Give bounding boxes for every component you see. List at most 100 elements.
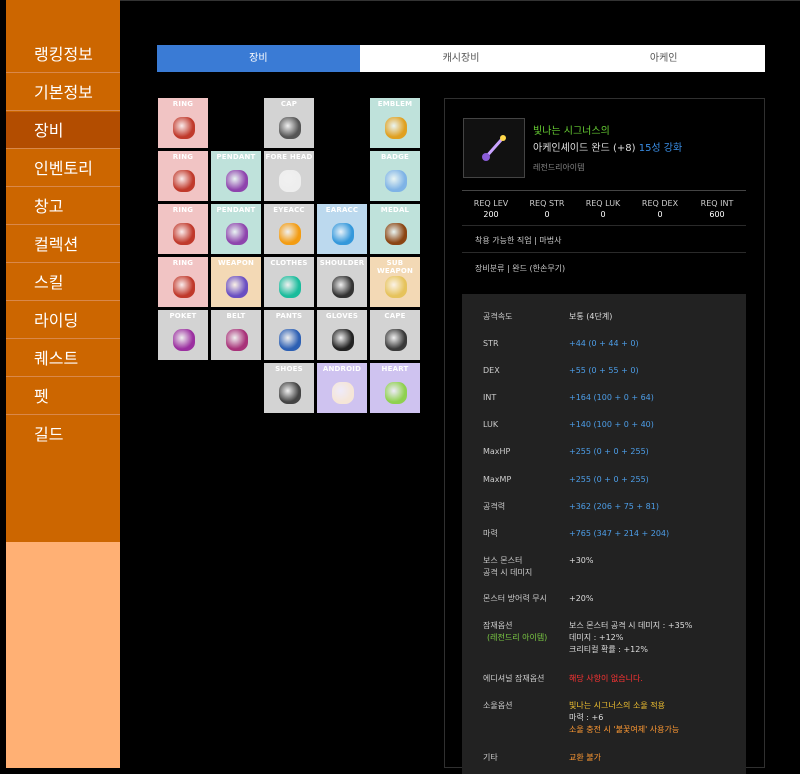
equip-slot-sub-weapon[interactable]: SUB WEAPON [369, 256, 421, 308]
gloves-icon [332, 329, 354, 351]
tab-equipment[interactable]: 장비 [157, 45, 360, 72]
pendant-icon [226, 170, 248, 192]
equip-slot-emblem[interactable]: EMBLEM [369, 97, 421, 149]
nav-skill[interactable]: 스킬 [6, 264, 120, 301]
slot-label: SUB WEAPON [376, 259, 414, 275]
slot-label: WEAPON [217, 259, 255, 267]
equip-slot-cap[interactable]: CAP [263, 97, 315, 149]
item-icon-box [463, 118, 525, 178]
stat-value: +255 (0 + 0 + 255) [569, 475, 649, 484]
nav-equipment[interactable]: 장비 [6, 112, 120, 149]
slot-label: ANDROID [322, 365, 362, 373]
emblem-icon [385, 117, 407, 139]
item-base-name: 아케인셰이드 완드 (+8) [533, 143, 636, 154]
shoes-icon [279, 382, 301, 404]
req-level: REQ LEV 200 [473, 199, 509, 219]
equip-slot-earacc[interactable]: EARACC [316, 203, 368, 255]
slot-label: PENDANT [216, 153, 256, 161]
equip-slot-belt[interactable]: BELT [210, 309, 262, 361]
slot-label: RING [172, 259, 194, 267]
slot-label: EARACC [325, 206, 359, 214]
equip-slot-medal[interactable]: MEDAL [369, 203, 421, 255]
nav-guild[interactable]: 길드 [6, 416, 120, 453]
equip-slot-ring[interactable]: RING [157, 256, 209, 308]
ring-icon [173, 170, 195, 192]
equip-slot-badge[interactable]: BADGE [369, 150, 421, 202]
nav-riding[interactable]: 라이딩 [6, 302, 120, 339]
divider [462, 190, 746, 191]
equip-slot-pendant[interactable]: PENDANT [210, 203, 262, 255]
req-luk: REQ LUK 0 [585, 199, 621, 219]
forehead-icon [279, 170, 301, 192]
slot-label: CAP [280, 100, 298, 108]
stat-value: +55 (0 + 55 + 0) [569, 366, 639, 375]
equip-slot-fore-head[interactable]: FORE HEAD [263, 150, 315, 202]
medal-icon [385, 223, 407, 245]
slot-label: RING [172, 206, 194, 214]
equip-slot-eyeacc[interactable]: EYEACC [263, 203, 315, 255]
equip-slot-pants[interactable]: PANTS [263, 309, 315, 361]
equip-slot-cape[interactable]: CAPE [369, 309, 421, 361]
nav-collection[interactable]: 컬렉션 [6, 226, 120, 263]
nav-inventory[interactable]: 인벤토리 [6, 150, 120, 187]
nav-quest[interactable]: 퀘스트 [6, 340, 120, 377]
nav-pet[interactable]: 펫 [6, 378, 120, 415]
slot-label: RING [172, 153, 194, 161]
stat-value: +140 (100 + 0 + 40) [569, 420, 654, 429]
equip-slot-heart[interactable]: HEART [369, 362, 421, 414]
stat-label: MaxHP [483, 447, 511, 456]
slot-label: SHOULDER [319, 259, 365, 267]
stat-label: MaxMP [483, 475, 512, 484]
tab-arcane[interactable]: 아케인 [562, 45, 766, 72]
sidebar: 랭킹정보 기본정보 장비 인벤토리 창고 컬렉션 스킬 라이딩 퀘스트 펫 길드 [0, 0, 120, 768]
badge-icon [385, 170, 407, 192]
equip-slot-android[interactable]: ANDROID [316, 362, 368, 414]
nav-storage[interactable]: 창고 [6, 188, 120, 225]
req-int: REQ INT 600 [700, 199, 734, 219]
item-grade: 레전드리아이템 [533, 163, 585, 172]
cape-icon [385, 329, 407, 351]
nav-ranking[interactable]: 랭킹정보 [6, 36, 120, 73]
potential-values: 보스 몬스터 공격 시 데미지 : +35% 데미지 : +12% 크리티컬 확률 … [569, 621, 693, 654]
equip-slot-clothes[interactable]: CLOTHES [263, 256, 315, 308]
top-divider [120, 0, 800, 1]
ring-icon [173, 223, 195, 245]
divider [462, 252, 746, 253]
equip-slot-shoes[interactable]: SHOES [263, 362, 315, 414]
stat-value: +164 (100 + 0 + 64) [569, 393, 654, 402]
stat-label: DEX [483, 366, 500, 375]
slot-label: CAPE [384, 312, 406, 320]
weapon-icon [226, 276, 248, 298]
equip-slot-weapon[interactable]: WEAPON [210, 256, 262, 308]
item-subname: 아케인셰이드 완드 (+8) 15성 강화 [533, 139, 682, 154]
tab-cash-equipment[interactable]: 캐시장비 [359, 45, 563, 72]
equip-slot-ring[interactable]: RING [157, 150, 209, 202]
job-requirement: 착용 가능한 직업 | 마법사 [475, 236, 562, 245]
stat-label: STR [483, 339, 499, 348]
stat-value: +44 (0 + 44 + 0) [569, 339, 639, 348]
equip-slot-poket[interactable]: POKET [157, 309, 209, 361]
potential-label: 잠재옵션 (레전드리 아이템) [483, 621, 548, 642]
pendant-icon [226, 223, 248, 245]
item-detail-panel: 빛나는 시그너스의 아케인셰이드 완드 (+8) 15성 강화 레전드리아이템 … [444, 98, 765, 774]
wand-icon [482, 135, 506, 161]
stat-label: 마력 [483, 529, 498, 538]
slot-label: SHOES [275, 365, 303, 373]
equip-slot-gloves[interactable]: GLOVES [316, 309, 368, 361]
slot-label: EMBLEM [377, 100, 413, 108]
stat-value: +765 (347 + 214 + 204) [569, 529, 670, 538]
stat-label: 몬스터 방어력 무시 [483, 594, 547, 603]
equip-slot-ring[interactable]: RING [157, 97, 209, 149]
equip-slot-shoulder[interactable]: SHOULDER [316, 256, 368, 308]
equip-slot-pendant[interactable]: PENDANT [210, 150, 262, 202]
stat-label: 소울옵션 [483, 701, 513, 710]
equip-slot-ring[interactable]: RING [157, 203, 209, 255]
nav-basic-info[interactable]: 기본정보 [6, 74, 120, 111]
req-dex: REQ DEX 0 [641, 199, 679, 219]
star-force: 15성 강화 [638, 143, 683, 154]
eye-accessory-icon [279, 223, 301, 245]
stat-value: 해당 사항이 없습니다. [569, 674, 643, 683]
item-category: 장비분류 | 완드 (한손무기) [475, 264, 566, 273]
item-name: 빛나는 시그너스의 [533, 126, 610, 137]
soul-values: 빛나는 시그너스의 소울 적용 마력 : +6 소울 충전 시 '불꽃여제' 사용가… [569, 701, 680, 734]
